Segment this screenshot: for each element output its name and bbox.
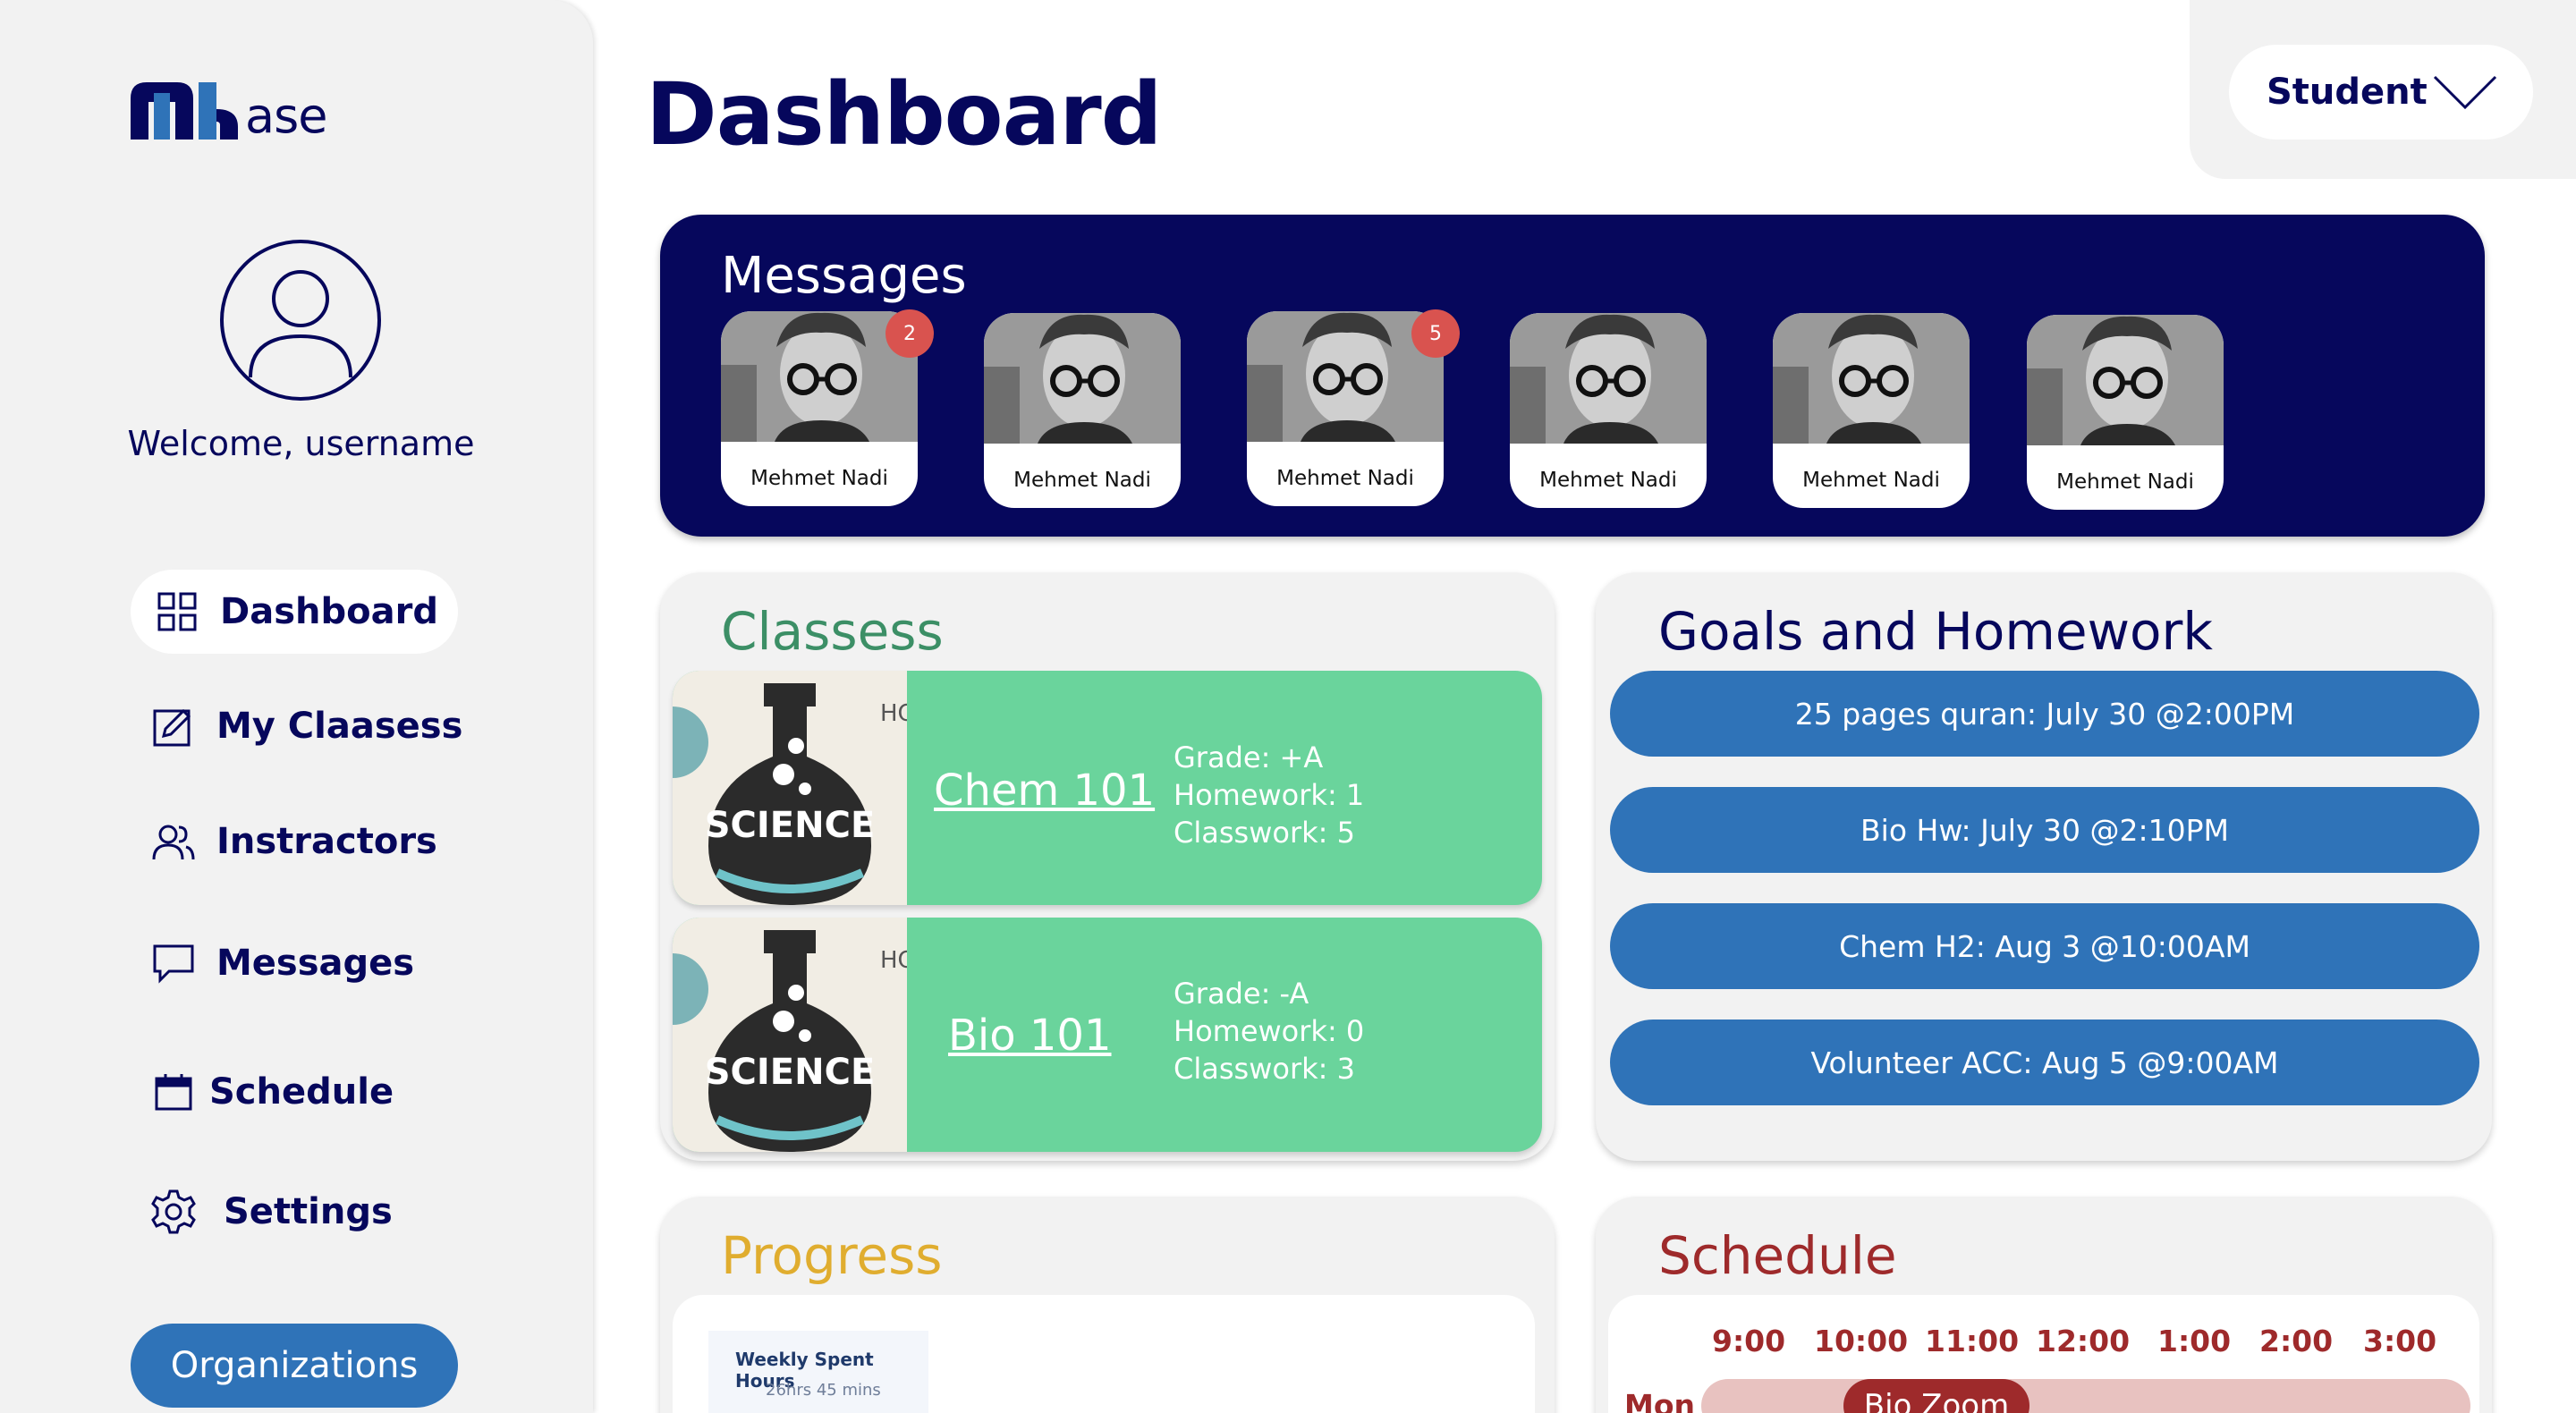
class-homework: Homework: 1	[1174, 778, 1365, 812]
goal-item[interactable]: Volunteer ACC: Aug 5 @9:00AM	[1610, 1020, 2479, 1105]
contact-name: Mehmet Nadi	[1539, 469, 1677, 492]
sidebar-item-settings[interactable]: Settings	[150, 1170, 393, 1254]
role-area: Student	[2190, 0, 2576, 179]
day-label: Mon	[1624, 1388, 1696, 1413]
class-grade: Grade: +A	[1174, 740, 1324, 774]
sidebar-item-messages[interactable]: Messages	[150, 921, 414, 1005]
time-label: 10:00	[1814, 1324, 1909, 1358]
contact-photo	[2027, 315, 2224, 445]
contact-photo	[1773, 313, 1970, 444]
contact-name: Mehmet Nadi	[1802, 469, 1940, 492]
chat-bubble-icon	[150, 940, 197, 986]
contact-name: Mehmet Nadi	[1013, 469, 1151, 492]
goal-item[interactable]: Bio Hw: July 30 @2:10PM	[1610, 787, 2479, 873]
contact-name: Mehmet Nadi	[1276, 467, 1414, 490]
app-logo[interactable]: ase	[131, 79, 345, 144]
logo-mark-icon	[131, 82, 238, 140]
class-homework: Homework: 0	[1174, 1014, 1365, 1048]
goals-title: Goals and Homework	[1658, 601, 2213, 662]
time-label: 12:00	[2036, 1324, 2131, 1358]
sidebar-item-instructors[interactable]: Instractors	[150, 800, 437, 884]
weekly-hours-value: 26hrs 45 mins	[766, 1381, 881, 1400]
user-avatar-icon[interactable]	[220, 240, 381, 401]
progress-card: Progress Weekly Spent Hours 26hrs 45 min…	[660, 1197, 1555, 1413]
edit-square-icon	[150, 703, 197, 749]
logo-text: ase	[245, 88, 327, 144]
message-contact[interactable]: Mehmet Nadi	[1510, 313, 1707, 508]
contact-photo	[984, 313, 1181, 444]
weekly-hours-widget[interactable]: Weekly Spent Hours 26hrs 45 mins	[708, 1331, 928, 1413]
sidebar-item-label: Instractors	[216, 821, 437, 862]
time-label: 2:00	[2259, 1324, 2334, 1358]
gear-icon	[150, 1189, 197, 1235]
class-row-chem[interactable]: SCIENCE HC Chem 101 Grade: +A Homework: …	[673, 671, 1542, 905]
science-flask-image: SCIENCE HC	[673, 671, 907, 905]
science-text: SCIENCE	[705, 805, 876, 846]
page-title: Dashboard	[646, 64, 1162, 165]
sidebar-item-my-classes[interactable]: My Claasess	[150, 684, 462, 768]
schedule-panel: 9:00 10:00 11:00 12:00 1:00 2:00 3:00 Mo…	[1608, 1295, 2479, 1413]
messages-panel: Messages Mehmet Nadi 2 Mehmet Nadi Mehmet N…	[660, 215, 2485, 537]
chevron-down-icon	[2433, 75, 2497, 109]
sidebar-item-dashboard[interactable]: Dashboard	[131, 570, 458, 654]
image-corner-text: HC	[880, 947, 907, 974]
grid-icon	[154, 588, 200, 635]
sidebar-item-schedule[interactable]: Schedule	[150, 1050, 394, 1134]
science-text: SCIENCE	[705, 1052, 876, 1093]
sidebar-item-label: Messages	[216, 943, 415, 984]
contact-photo	[1510, 313, 1707, 444]
organizations-button[interactable]: Organizations	[131, 1324, 458, 1408]
contact-name: Mehmet Nadi	[750, 467, 888, 490]
class-row-bio[interactable]: SCIENCE HC Bio 101 Grade: -A Homework: 0…	[673, 918, 1542, 1152]
messages-title: Messages	[721, 247, 967, 305]
sidebar-item-label: Dashboard	[220, 591, 438, 632]
role-dropdown-value: Student	[2267, 72, 2428, 113]
class-stats: Grade: -A Homework: 0 Classwork: 3	[1174, 975, 1364, 1087]
message-contact[interactable]: Mehmet Nadi	[1773, 313, 1970, 508]
schedule-card: Schedule 9:00 10:00 11:00 12:00 1:00 2:0…	[1596, 1197, 2492, 1413]
schedule-title: Schedule	[1658, 1225, 1897, 1286]
sidebar-item-label: Schedule	[209, 1071, 394, 1113]
schedule-event[interactable]: Bio Zoom	[1843, 1379, 2029, 1413]
message-contact[interactable]: Mehmet Nadi	[2027, 315, 2224, 510]
image-corner-text: HC	[880, 700, 907, 727]
unread-badge: 5	[1411, 309, 1460, 358]
science-flask-image: SCIENCE HC	[673, 918, 907, 1152]
progress-panel: Weekly Spent Hours 26hrs 45 mins	[673, 1295, 1535, 1413]
welcome-text: Welcome, username	[127, 424, 475, 463]
schedule-day-bar	[1701, 1379, 2470, 1413]
time-label: 1:00	[2157, 1324, 2232, 1358]
role-dropdown[interactable]: Student	[2229, 45, 2533, 140]
time-label: 9:00	[1712, 1324, 1786, 1358]
time-label: 11:00	[1925, 1324, 2020, 1358]
class-grade: Grade: -A	[1174, 977, 1309, 1011]
class-name-link[interactable]: Chem 101	[934, 766, 1155, 816]
classes-card: Classess SCIENCE HC Chem 101 Grade: +A H…	[660, 572, 1555, 1161]
goal-item[interactable]: 25 pages quran: July 30 @2:00PM	[1610, 671, 2479, 757]
classes-title: Classess	[721, 601, 944, 662]
class-classwork: Classwork: 5	[1174, 816, 1355, 850]
users-icon	[150, 818, 197, 865]
message-contact[interactable]: Mehmet Nadi	[984, 313, 1181, 508]
class-stats: Grade: +A Homework: 1 Classwork: 5	[1174, 739, 1364, 851]
goal-item[interactable]: Chem H2: Aug 3 @10:00AM	[1610, 903, 2479, 989]
sidebar-item-label: Settings	[224, 1191, 393, 1232]
class-name-link[interactable]: Bio 101	[948, 1011, 1112, 1061]
calendar-icon	[150, 1069, 197, 1115]
sidebar: ase Welcome, username Dashboard My Claas…	[0, 0, 593, 1413]
sidebar-item-label: My Claasess	[216, 706, 463, 747]
class-classwork: Classwork: 3	[1174, 1052, 1355, 1086]
unread-badge: 2	[886, 309, 934, 358]
time-label: 3:00	[2363, 1324, 2437, 1358]
goals-card: Goals and Homework 25 pages quran: July …	[1596, 572, 2492, 1161]
contact-name: Mehmet Nadi	[2056, 470, 2194, 494]
progress-title: Progress	[721, 1225, 943, 1286]
